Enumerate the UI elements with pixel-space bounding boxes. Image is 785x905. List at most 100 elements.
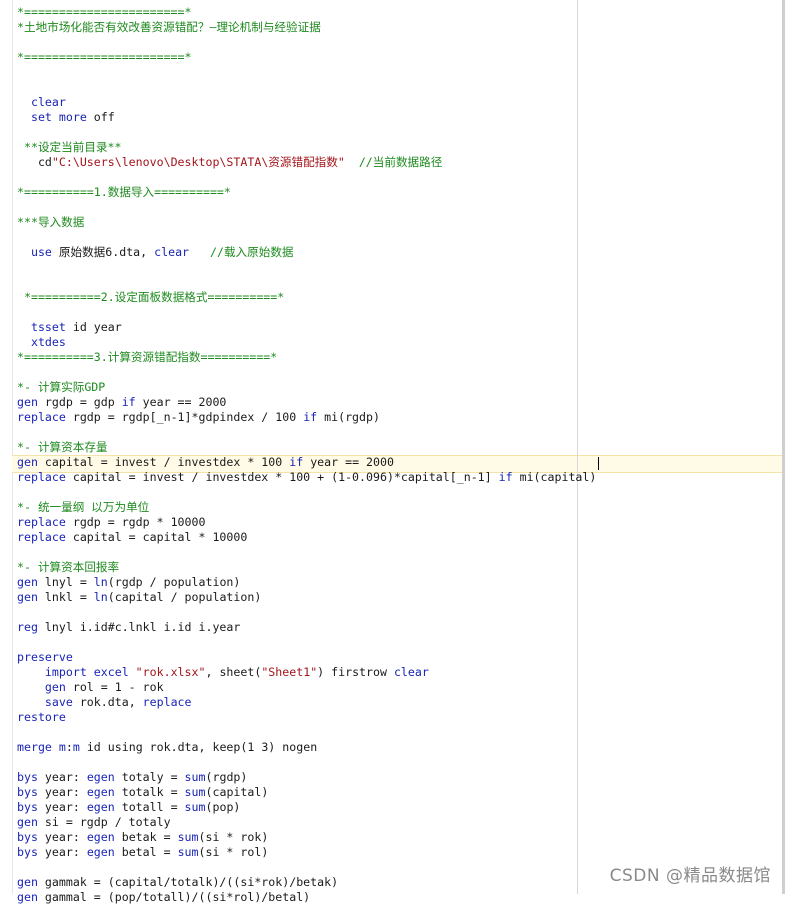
code-line[interactable]: preserve (17, 650, 73, 665)
code-line[interactable]: *=======================* (17, 5, 192, 20)
code-editor[interactable]: *=======================* *土地市场化能否有效改善资源错… (0, 0, 785, 904)
code-token: bys (17, 785, 45, 799)
code-token: (rgdp / population) (107, 575, 241, 589)
code-line[interactable]: bys year: egen totaly = sum(rgdp) (17, 770, 247, 785)
code-line[interactable]: gen si = rgdp / totaly (17, 815, 171, 830)
code-token: *土地市场化能否有效改善资源错配？—理论机制与经验证据 (17, 20, 321, 34)
code-token: gammak = (capital/totalk)/((si*rok)/beta… (44, 875, 339, 889)
code-token: sum (177, 830, 199, 844)
code-line[interactable]: gen lnyl = ln(rgdp / population) (17, 575, 240, 590)
code-line[interactable]: *- 计算实际GDP (17, 380, 105, 395)
editor-margin (0, 0, 13, 894)
code-token: set more (17, 110, 94, 124)
code-line[interactable]: set more off (17, 110, 115, 125)
code-line[interactable]: replace rgdp = rgdp[_n-1]*gdpindex / 100… (17, 410, 380, 425)
code-line[interactable]: *==========1.数据导入==========* (17, 185, 231, 200)
code-token: *- 计算资本存量 (17, 440, 108, 454)
code-line[interactable]: *- 计算资本回报率 (17, 560, 119, 575)
code-token: sum (184, 770, 206, 784)
code-line[interactable]: tsset id year (17, 320, 122, 335)
code-line[interactable]: bys year: egen totalk = sum(capital) (17, 785, 268, 800)
code-token: "C:\Users\lenovo\Desktop\STATA\资源错配指数" (51, 155, 345, 169)
code-line[interactable]: gen gammal = (pop/totall)/((si*rol)/beta… (17, 890, 310, 905)
code-token: bys (17, 770, 45, 784)
code-line[interactable]: bys year: egen totall = sum(pop) (17, 800, 240, 815)
code-line[interactable]: gen capital = invest / investdex * 100 i… (17, 455, 394, 470)
code-token: gammal = (pop/totall)/((si*rol)/betal) (44, 890, 311, 904)
code-token: gen (17, 395, 45, 409)
code-token: year == 2000 (310, 455, 394, 469)
code-token: sum (184, 800, 206, 814)
code-token: capital = invest / investdex * 100 (44, 455, 290, 469)
code-token: ***导入数据 (17, 215, 85, 229)
code-token: cd (17, 155, 52, 169)
code-token: year: (44, 845, 87, 859)
code-token: betak = (121, 830, 178, 844)
code-line[interactable]: *==========3.计算资源错配指数==========* (17, 350, 277, 365)
code-token: lnkl = (44, 590, 94, 604)
code-token: if (498, 470, 520, 484)
code-token: rgdp = rgdp * 10000 (72, 515, 206, 529)
code-token: totalk = (121, 785, 185, 799)
code-token: *- 统一量纲 以万为单位 (17, 500, 150, 514)
watermark: CSDN @精品数据馆 (609, 866, 771, 886)
code-token: use (17, 245, 59, 259)
code-token: gen (17, 875, 45, 889)
code-line[interactable]: bys year: egen betak = sum(si * rok) (17, 830, 268, 845)
code-token: year: (44, 785, 87, 799)
code-token: if (303, 410, 325, 424)
code-line[interactable]: *- 统一量纲 以万为单位 (17, 500, 149, 515)
code-token: capital = capital * 10000 (72, 530, 248, 544)
code-line[interactable]: import excel "rok.xlsx", sheet("Sheet1")… (17, 665, 429, 680)
code-line[interactable]: gen gammak = (capital/totalk)/((si*rok)/… (17, 875, 338, 890)
code-token: "Sheet1" (261, 665, 318, 679)
code-token: save (17, 695, 80, 709)
code-token: replace (17, 530, 73, 544)
code-line[interactable]: bys year: egen betal = sum(si * rol) (17, 845, 268, 860)
code-token: (pop) (205, 800, 241, 814)
code-token: off (93, 110, 115, 124)
code-token: //当前数据路径 (358, 155, 443, 169)
code-token: (si * rok) (198, 830, 269, 844)
code-line[interactable]: merge m:m id using rok.dta, keep(1 3) no… (17, 740, 317, 755)
code-line[interactable]: *- 计算资本存量 (17, 440, 108, 455)
code-line[interactable]: cd"C:\Users\lenovo\Desktop\STATA\资源错配指数"… (17, 155, 442, 170)
code-line[interactable]: gen rol = 1 - rok (17, 680, 164, 695)
code-line[interactable]: *土地市场化能否有效改善资源错配？—理论机制与经验证据 (17, 20, 321, 35)
code-token: mi(capital) (519, 470, 597, 484)
code-token: capital = invest / investdex * 100 + (1-… (72, 470, 499, 484)
code-line[interactable]: gen lnkl = ln(capital / population) (17, 590, 261, 605)
text-cursor (598, 457, 599, 470)
code-token: *==========2.设定面板数据格式==========* (17, 290, 285, 304)
code-token: egen (86, 830, 122, 844)
code-line[interactable]: gen rgdp = gdp if year == 2000 (17, 395, 226, 410)
code-token: gen (17, 590, 45, 604)
code-token: gen (17, 455, 45, 469)
code-token: if (289, 455, 311, 469)
code-line[interactable]: *=======================* (17, 50, 192, 65)
code-token: ln (93, 575, 108, 589)
code-line[interactable]: replace rgdp = rgdp * 10000 (17, 515, 205, 530)
code-token: clear (393, 665, 429, 679)
code-token: clear (154, 245, 190, 259)
code-line[interactable]: replace capital = invest / investdex * 1… (17, 470, 596, 485)
code-line[interactable]: reg lnyl i.id#c.lnkl i.id i.year (17, 620, 240, 635)
code-line[interactable]: clear (17, 95, 66, 110)
code-line[interactable]: ***导入数据 (17, 215, 84, 230)
code-line[interactable]: *==========2.设定面板数据格式==========* (17, 290, 284, 305)
code-line[interactable]: replace capital = capital * 10000 (17, 530, 247, 545)
code-line[interactable]: **设定当前目录** (17, 140, 122, 155)
code-token: bys (17, 845, 45, 859)
code-token: (si * rol) (198, 845, 269, 859)
code-token: reg (17, 620, 45, 634)
code-token: *- 计算资本回报率 (17, 560, 120, 574)
code-token: year == 2000 (142, 395, 227, 409)
code-line[interactable]: xtdes (17, 335, 66, 350)
code-token: rgdp = gdp (44, 395, 122, 409)
code-line[interactable]: save rok.dta, replace (17, 695, 192, 710)
code-token: rol = 1 - rok (72, 680, 164, 694)
code-line[interactable]: restore (17, 710, 66, 725)
code-line[interactable]: use 原始数据6.dta, clear //载入原始数据 (17, 245, 294, 260)
code-token: *==========1.数据导入==========* (17, 185, 231, 199)
